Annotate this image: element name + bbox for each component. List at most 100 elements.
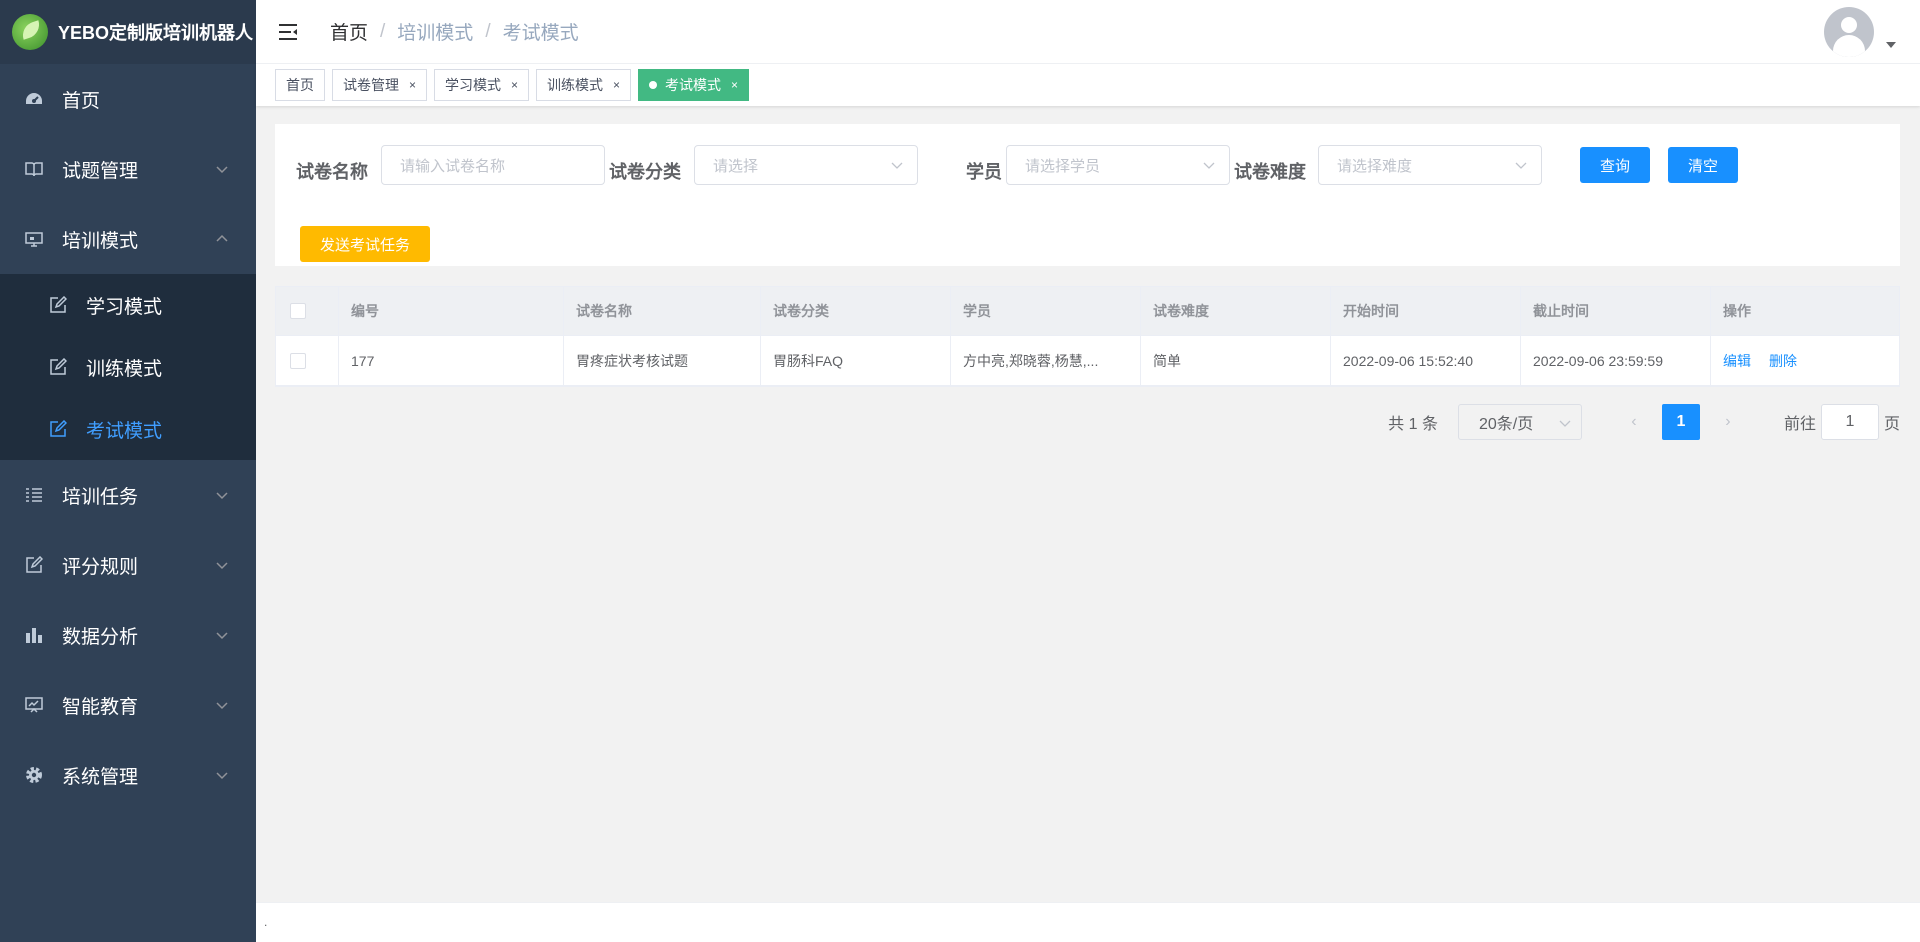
clear-button[interactable]: 清空 — [1668, 147, 1738, 183]
caret-down-icon[interactable] — [1886, 42, 1896, 48]
footer: . — [256, 902, 1920, 942]
sidebar: YEBO定制版培训机器人 首页 试题管理 培训模式 学习模式 训练模式 考试模式… — [0, 0, 256, 942]
cell-start-time: 2022-09-06 15:52:40 — [1331, 336, 1521, 385]
goto-page-value: 1 — [1845, 413, 1855, 430]
next-page-button[interactable]: › — [1714, 404, 1742, 440]
page-size-value: 20条/页 — [1478, 416, 1534, 433]
sidebar-item-training-mode[interactable]: 培训模式 — [0, 204, 256, 274]
hamburger-menu-icon[interactable] — [278, 22, 298, 42]
paper-category-select[interactable]: 请选择 — [694, 145, 918, 185]
row-checkbox[interactable] — [290, 352, 306, 369]
sidebar-item-smart-education[interactable]: 智能教育 — [0, 670, 256, 740]
sidebar-item-scoring-rules[interactable]: 评分规则 — [0, 530, 256, 600]
edit-icon — [48, 295, 68, 315]
tag-practice-mode[interactable]: 训练模式 × — [536, 69, 632, 101]
breadcrumb-separator: / — [380, 20, 386, 42]
footer-text: . — [264, 915, 268, 929]
breadcrumb-item[interactable]: 培训模式 — [397, 18, 473, 45]
close-icon[interactable]: × — [511, 78, 518, 92]
close-icon[interactable]: × — [613, 78, 620, 92]
cell-category: 胃肠科FAQ — [761, 336, 951, 385]
column-header: 试卷名称 — [564, 287, 761, 335]
tag-label: 考试模式 — [665, 77, 722, 93]
dashboard-icon — [24, 89, 44, 109]
filter-form: 试卷名称 请输入试卷名称 试卷分类 请选择 学员 请选择学员 试卷难度 请选择难… — [275, 124, 1900, 266]
main-area: 首页 / 培训模式 / 考试模式 首页 试卷管理 × 学习模式 × 训练模式 ×… — [256, 0, 1920, 942]
difficulty-placeholder: 请选择难度 — [1337, 157, 1413, 175]
difficulty-select[interactable]: 请选择难度 — [1318, 145, 1542, 185]
student-select[interactable]: 请选择学员 — [1006, 145, 1230, 185]
tag-study-mode[interactable]: 学习模式 × — [434, 69, 530, 101]
gear-icon — [24, 765, 44, 785]
chevron-down-icon — [216, 166, 228, 174]
logo[interactable]: YEBO定制版培训机器人 — [0, 0, 256, 64]
cell-id: 177 — [339, 336, 564, 385]
chevron-down-icon — [216, 632, 228, 640]
cell-end-time: 2022-09-06 23:59:59 — [1521, 336, 1711, 385]
app-title: YEBO定制版培训机器人 — [58, 23, 254, 43]
tags-view: 首页 试卷管理 × 学习模式 × 训练模式 × 考试模式 × — [256, 64, 1920, 106]
sidebar-item-label: 培训模式 — [62, 230, 139, 252]
sidebar-item-label: 系统管理 — [62, 766, 139, 788]
column-header: 编号 — [339, 287, 564, 335]
table-row: 177 胃疼症状考核试题 胃肠科FAQ 方中亮,郑晓蓉,杨慧,... 简单 20… — [276, 336, 1899, 386]
cell-students: 方中亮,郑晓蓉,杨慧,... — [951, 336, 1141, 385]
total-count: 共 1 条 — [1388, 416, 1438, 433]
sidebar-item-label: 考试模式 — [86, 420, 163, 442]
delete-link[interactable]: 删除 — [1769, 351, 1797, 371]
paper-name-input[interactable]: 请输入试卷名称 — [381, 145, 605, 185]
sidebar-item-questions[interactable]: 试题管理 — [0, 134, 256, 204]
tag-exam-mode[interactable]: 考试模式 × — [638, 69, 750, 101]
goto-page-input[interactable]: 1 — [1820, 404, 1879, 440]
column-header: 截止时间 — [1521, 287, 1711, 335]
page-number-current[interactable]: 1 — [1661, 404, 1700, 440]
sidebar-item-training-tasks[interactable]: 培训任务 — [0, 460, 256, 530]
close-icon[interactable]: × — [731, 78, 738, 92]
close-icon[interactable]: × — [409, 78, 416, 92]
edit-icon — [24, 555, 44, 575]
paper-category-placeholder: 请选择 — [713, 157, 759, 175]
chevron-up-icon — [216, 234, 228, 242]
student-placeholder: 请选择学员 — [1025, 157, 1101, 175]
tag-home[interactable]: 首页 — [275, 69, 325, 101]
chevron-down-icon — [216, 772, 228, 780]
column-header: 操作 — [1723, 303, 1751, 319]
tag-label: 训练模式 — [547, 77, 604, 93]
sidebar-item-label: 智能教育 — [62, 696, 139, 718]
chevron-down-icon — [1515, 162, 1527, 169]
list-icon — [24, 485, 44, 505]
sidebar-item-data-analysis[interactable]: 数据分析 — [0, 600, 256, 670]
avatar-body — [1833, 35, 1865, 57]
breadcrumb: 首页 / 培训模式 / 考试模式 — [330, 18, 579, 45]
tag-label: 首页 — [286, 77, 314, 93]
edit-link[interactable]: 编辑 — [1723, 351, 1751, 371]
leaf-logo-icon — [12, 14, 48, 50]
sidebar-item-practice-mode[interactable]: 训练模式 — [0, 336, 256, 398]
edit-icon — [48, 419, 68, 439]
breadcrumb-item[interactable]: 首页 — [330, 18, 368, 45]
sidebar-item-study-mode[interactable]: 学习模式 — [0, 274, 256, 336]
tag-paper-management[interactable]: 试卷管理 × — [332, 69, 428, 101]
paper-name-placeholder: 请输入试卷名称 — [400, 157, 506, 175]
sidebar-item-home[interactable]: 首页 — [0, 64, 256, 134]
sidebar-item-exam-mode[interactable]: 考试模式 — [0, 398, 256, 460]
query-button[interactable]: 查询 — [1580, 147, 1650, 183]
column-header: 学员 — [951, 287, 1141, 335]
send-exam-task-button[interactable]: 发送考试任务 — [300, 226, 430, 262]
cell-actions: 编辑 删除 — [1711, 336, 1899, 385]
sidebar-item-label: 评分规则 — [62, 556, 139, 578]
breadcrumb-item: 考试模式 — [502, 23, 579, 44]
select-all-cell — [276, 287, 339, 335]
column-header: 试卷难度 — [1141, 287, 1331, 335]
page-size-select[interactable]: 20条/页 — [1457, 404, 1582, 440]
select-all-checkbox[interactable] — [290, 303, 306, 319]
prev-page-button[interactable]: ‹ — [1620, 404, 1648, 440]
avatar[interactable] — [1824, 7, 1874, 57]
app-root: YEBO定制版培训机器人 首页 试题管理 培训模式 学习模式 训练模式 考试模式… — [0, 0, 1920, 942]
chevron-down-icon — [216, 492, 228, 500]
submenu-training-mode: 学习模式 训练模式 考试模式 — [0, 274, 256, 460]
sidebar-item-system-management[interactable]: 系统管理 — [0, 740, 256, 810]
pagination: 共 1 条 20条/页 ‹ 1 › 前往 1 页 — [275, 387, 1900, 457]
cell-paper-name: 胃疼症状考核试题 — [564, 336, 761, 385]
presentation-icon — [24, 695, 44, 715]
